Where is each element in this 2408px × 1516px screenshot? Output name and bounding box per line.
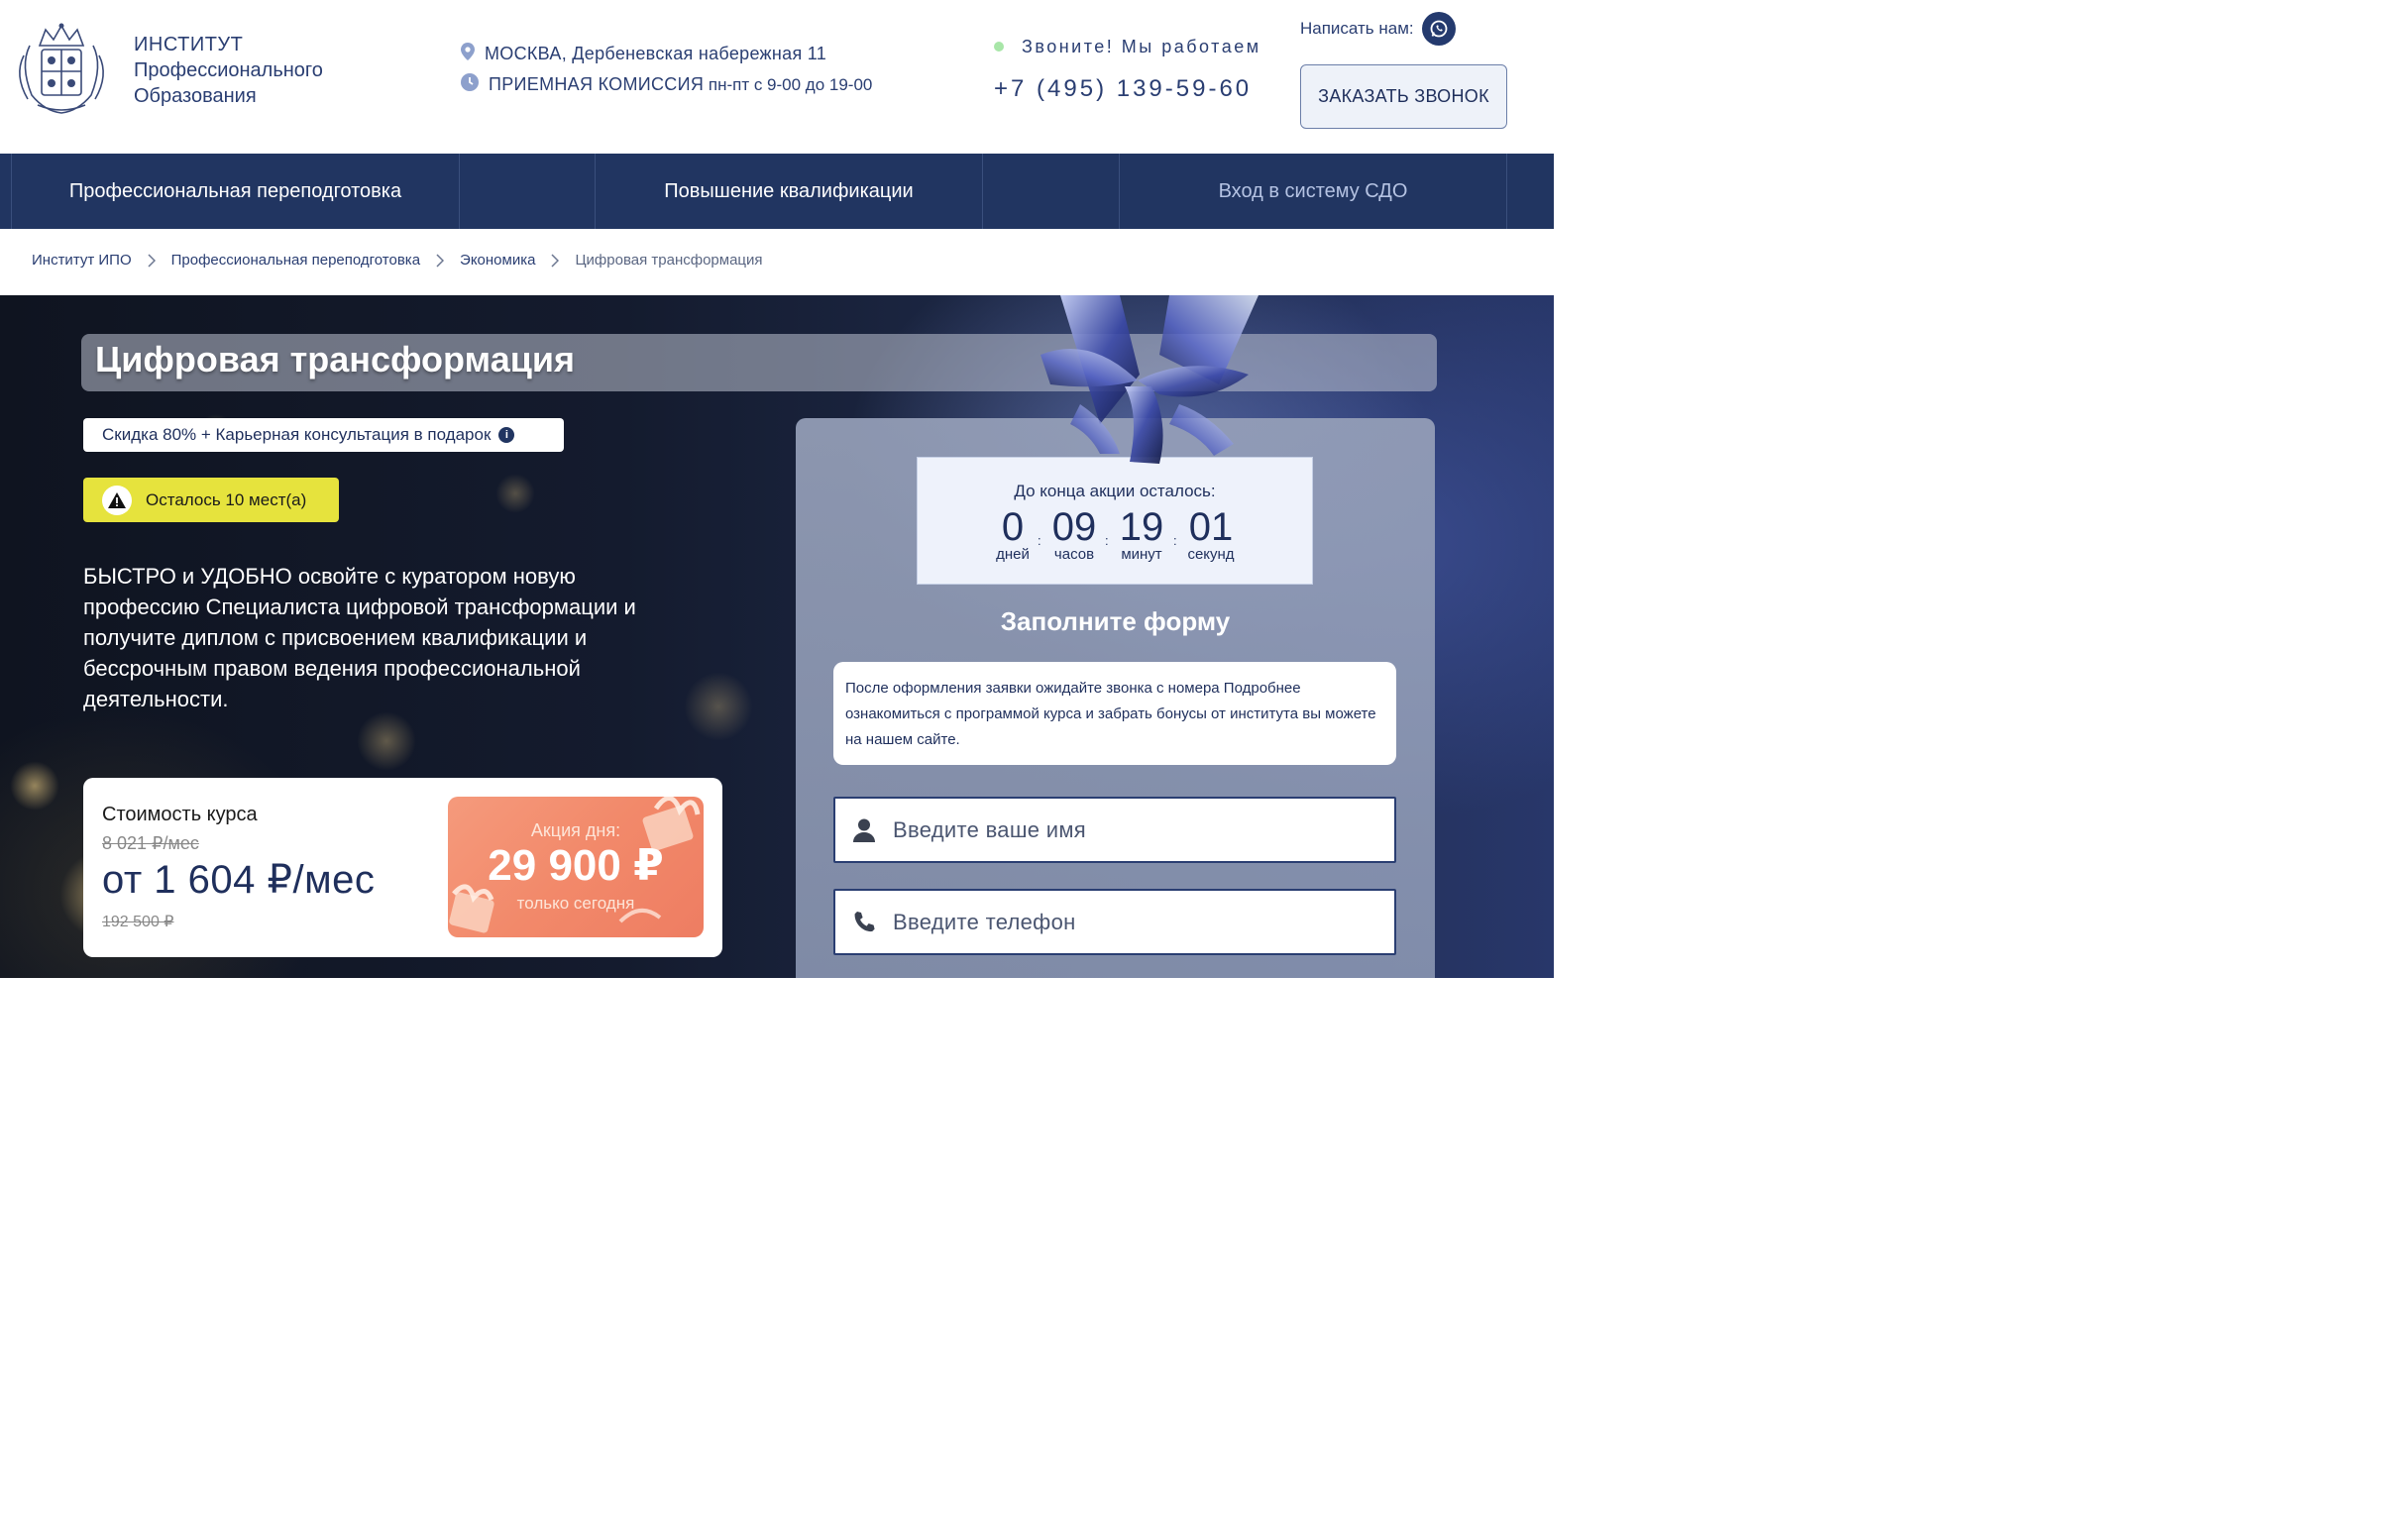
countdown-seconds-unit: секунд bbox=[1187, 546, 1235, 563]
countdown-label: До конца акции осталось: bbox=[1014, 482, 1216, 500]
countdown-separator: : bbox=[1173, 533, 1177, 548]
countdown-seconds-value: 01 bbox=[1188, 505, 1234, 549]
deal-price: 29 900 ₽ bbox=[488, 841, 664, 890]
old-monthly-price: 8 021 ₽/мес bbox=[102, 833, 199, 853]
course-description: БЫСТРО и УДОБНО освойте с куратором нову… bbox=[83, 564, 636, 711]
name-input[interactable] bbox=[893, 816, 1368, 843]
promo-text: Скидка 80% + Карьерная консультация в по… bbox=[102, 425, 492, 444]
countdown-minutes-value: 19 bbox=[1119, 505, 1164, 549]
seats-text: Осталось 10 мест(а) bbox=[146, 489, 307, 509]
brand-line-2: Профессионального bbox=[134, 59, 323, 81]
old-total-price: 192 500 ₽ bbox=[102, 914, 174, 930]
phone-icon bbox=[835, 911, 893, 934]
countdown-hours: 09 часов bbox=[1047, 504, 1101, 563]
chevron-right-icon bbox=[420, 253, 460, 268]
form-note: После оформления заявки ожидайте звонка … bbox=[833, 662, 1396, 765]
bokeh-light bbox=[495, 474, 535, 513]
countdown-timer: До конца акции осталось: 0 дней : 09 час… bbox=[917, 457, 1313, 585]
warning-icon bbox=[102, 485, 132, 515]
countdown-hours-value: 09 bbox=[1051, 505, 1097, 549]
countdown-separator: : bbox=[1038, 533, 1041, 548]
nav-item-professional-retraining[interactable]: Профессиональная переподготовка bbox=[12, 154, 460, 229]
site-header: ИНСТИТУТ Профессионального Образования М… bbox=[0, 0, 1554, 154]
bokeh-light bbox=[357, 711, 416, 771]
price-card: Стоимость курса 8 021 ₽/мес от 1 604 ₽/м… bbox=[83, 778, 722, 957]
countdown-seconds: 01 секунд bbox=[1179, 504, 1243, 563]
chevron-right-icon bbox=[132, 253, 171, 268]
glass-ribbon-decoration bbox=[1040, 295, 1259, 464]
brand-name[interactable]: ИНСТИТУТ Профессионального Образования bbox=[134, 32, 323, 109]
address-text: МОСКВА, Дербеневская набережная 11 bbox=[485, 43, 827, 63]
signup-panel: До конца акции осталось: 0 дней : 09 час… bbox=[796, 418, 1435, 978]
chevron-right-icon bbox=[535, 253, 575, 268]
nav-spacer bbox=[0, 154, 12, 229]
bokeh-light bbox=[10, 761, 59, 811]
breadcrumb: Институт ИПО Профессиональная переподгот… bbox=[32, 252, 763, 269]
phone-field[interactable] bbox=[833, 889, 1396, 955]
name-field[interactable] bbox=[833, 797, 1396, 863]
breadcrumb-item-current: Цифровая трансформация bbox=[575, 252, 763, 269]
brand-line-1: ИНСТИТУТ bbox=[134, 34, 244, 55]
countdown-separator: : bbox=[1105, 533, 1109, 548]
call-block: Звоните! Мы работаем +7 (495) 139-59-60 bbox=[994, 36, 1261, 103]
info-icon[interactable]: i bbox=[498, 427, 515, 443]
countdown-days-unit: дней bbox=[996, 546, 1030, 563]
breadcrumb-item-retraining[interactable]: Профессиональная переподготовка bbox=[171, 252, 420, 269]
clock-icon bbox=[461, 72, 479, 96]
deal-of-day-badge[interactable]: Акция дня: 29 900 ₽ только сегодня bbox=[448, 797, 704, 937]
admission-hours: пн-пт с 9-00 до 19-00 bbox=[704, 74, 873, 94]
deal-label: Акция дня: bbox=[530, 820, 621, 840]
seats-left-badge: Осталось 10 мест(а) bbox=[83, 478, 339, 522]
main-nav: Профессиональная переподготовка Повышени… bbox=[0, 154, 1554, 229]
price-label: Стоимость курса bbox=[102, 804, 258, 825]
map-pin-icon bbox=[461, 42, 475, 65]
countdown-days-value: 0 bbox=[1001, 505, 1025, 549]
monthly-price: от 1 604 ₽/мес bbox=[102, 858, 376, 902]
breadcrumb-item-home[interactable]: Институт ИПО bbox=[32, 252, 132, 269]
write-us: Написать нам: bbox=[1300, 12, 1456, 46]
phone-number-link[interactable]: +7 (495) 139-59-60 bbox=[994, 75, 1261, 103]
order-call-button[interactable]: ЗАКАЗАТЬ ЗВОНОК bbox=[1300, 64, 1507, 129]
countdown-days: 0 дней bbox=[991, 504, 1035, 563]
contact-address-block: МОСКВА, Дербеневская набережная 11 ПРИЕМ… bbox=[461, 42, 873, 104]
nav-item-lms-login[interactable]: Вход в систему СДО bbox=[1120, 154, 1507, 229]
promo-badge[interactable]: Скидка 80% + Карьерная консультация в по… bbox=[83, 418, 564, 452]
countdown-minutes-unit: минут bbox=[1121, 546, 1162, 563]
deal-note: только сегодня bbox=[516, 894, 635, 913]
admission-label: ПРИЕМНАЯ КОМИССИЯ bbox=[489, 73, 705, 94]
bokeh-light bbox=[684, 672, 753, 741]
institute-logo[interactable] bbox=[10, 16, 113, 119]
countdown-minutes: 19 минут bbox=[1114, 504, 1169, 563]
nav-divider-cell bbox=[983, 154, 1120, 229]
whatsapp-icon[interactable] bbox=[1421, 12, 1456, 46]
call-status-text: Звоните! Мы работаем bbox=[1022, 36, 1261, 56]
user-icon bbox=[835, 818, 893, 842]
countdown-hours-unit: часов bbox=[1053, 546, 1095, 563]
brand-line-3: Образования bbox=[134, 85, 257, 107]
online-status-dot bbox=[994, 42, 1004, 52]
course-hero: Цифровая трансформация Скидка 80% + Карь… bbox=[0, 295, 1554, 978]
course-title: Цифровая трансформация bbox=[95, 339, 575, 379]
nav-divider-cell bbox=[460, 154, 596, 229]
form-title: Заполните форму bbox=[1000, 606, 1231, 636]
nav-item-qualification[interactable]: Повышение квалификации bbox=[596, 154, 983, 229]
write-us-label: Написать нам: bbox=[1300, 19, 1414, 38]
breadcrumb-item-economics[interactable]: Экономика bbox=[460, 252, 535, 269]
phone-input[interactable] bbox=[893, 909, 1368, 935]
